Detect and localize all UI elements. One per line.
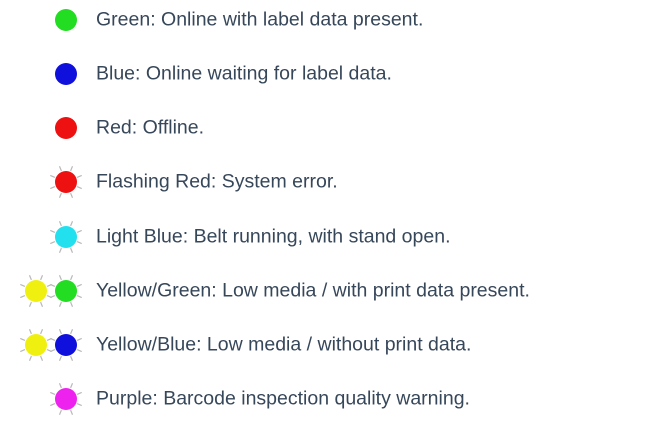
status-light-icon — [50, 383, 82, 415]
status-light-icon — [50, 221, 82, 253]
status-light — [55, 226, 77, 248]
legend-label: Blue: Online waiting for label data. — [96, 62, 392, 85]
legend-label: Green: Online with label data present. — [96, 8, 424, 31]
status-light-icon-group — [0, 108, 90, 148]
status-light — [25, 280, 47, 302]
status-light-icon — [55, 9, 77, 31]
status-light-icon-group — [0, 379, 90, 419]
legend-label: Light Blue: Belt running, with stand ope… — [96, 225, 451, 248]
status-light — [25, 334, 47, 356]
status-light — [55, 9, 77, 31]
legend-row-red: Red: Offline. — [0, 108, 666, 148]
status-light — [55, 280, 77, 302]
status-light-icon-group — [0, 217, 90, 257]
status-light — [55, 334, 77, 356]
legend-row-purple: Purple: Barcode inspection quality warni… — [0, 379, 666, 419]
status-light-icon — [20, 329, 82, 361]
legend-row-light-blue: Light Blue: Belt running, with stand ope… — [0, 217, 666, 257]
legend-row-green: Green: Online with label data present. — [0, 0, 666, 40]
status-light-icon-group — [0, 325, 90, 365]
status-light-icon — [55, 117, 77, 139]
legend-label: Yellow/Green: Low media / with print dat… — [96, 279, 530, 302]
legend-label: Red: Offline. — [96, 116, 205, 139]
status-light — [55, 388, 77, 410]
legend-row-blue: Blue: Online waiting for label data. — [0, 54, 666, 94]
legend-row-flashing-red: Flashing Red: System error. — [0, 162, 666, 202]
status-light-icon-group — [0, 162, 90, 202]
status-light-icon-group — [0, 271, 90, 311]
status-light-icon-group — [0, 0, 90, 40]
status-light-icon-group — [0, 54, 90, 94]
legend-label: Purple: Barcode inspection quality warni… — [96, 387, 470, 410]
status-light-icon — [50, 166, 82, 198]
legend-label: Flashing Red: System error. — [96, 170, 338, 193]
legend-label: Yellow/Blue: Low media / without print d… — [96, 333, 472, 356]
legend-row-yellow-green: Yellow/Green: Low media / with print dat… — [0, 271, 666, 311]
status-light — [55, 117, 77, 139]
status-light — [55, 171, 77, 193]
legend-row-yellow-blue: Yellow/Blue: Low media / without print d… — [0, 325, 666, 365]
status-light — [55, 63, 77, 85]
status-light-icon — [55, 63, 77, 85]
status-light-legend: Green: Online with label data present. B… — [0, 0, 666, 423]
status-light-icon — [20, 275, 82, 307]
